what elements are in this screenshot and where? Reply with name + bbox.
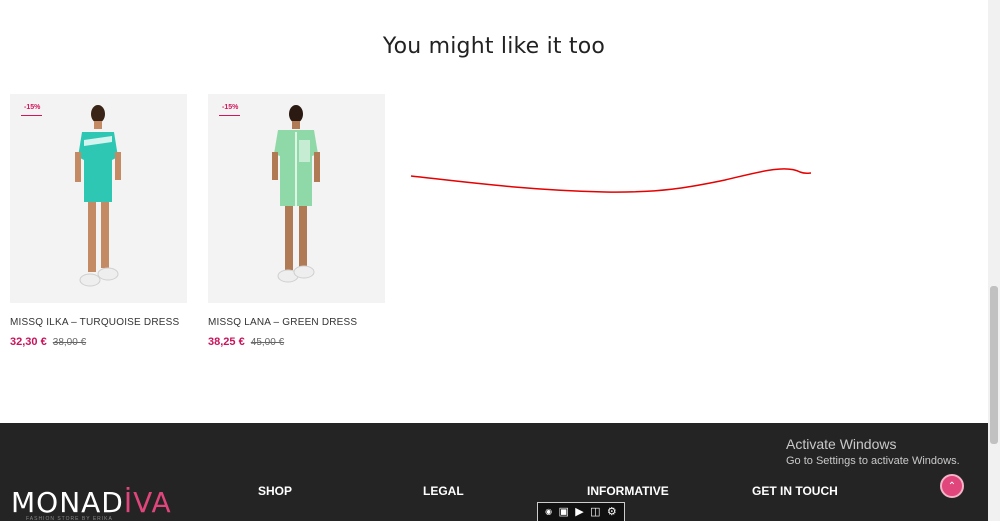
- scrollbar-thumb[interactable]: [990, 286, 998, 444]
- video-icon[interactable]: ▶: [575, 506, 583, 518]
- gear-icon[interactable]: ⚙: [607, 506, 617, 518]
- page-scrollbar[interactable]: [988, 0, 1000, 521]
- product-image[interactable]: -15%: [208, 94, 385, 303]
- sale-price: 38,25 €: [208, 336, 245, 348]
- original-price: 38,00 €: [52, 337, 87, 348]
- activate-windows-watermark: Activate Windows Go to Settings to activ…: [786, 436, 960, 467]
- chevron-up-icon: ⌃: [947, 481, 957, 492]
- window-icon[interactable]: ◫: [590, 506, 600, 518]
- product-name[interactable]: MISSQ LANA – GREEN DRESS: [208, 317, 385, 328]
- camera-icon[interactable]: ▣: [559, 506, 569, 518]
- discount-badge: -15%: [219, 103, 241, 116]
- camera-small-icon[interactable]: ◉: [545, 508, 552, 516]
- sale-price: 32,30 €: [10, 336, 47, 348]
- annotation-stroke: [410, 168, 812, 193]
- price-row: 32,30 € 38,00 €: [10, 336, 187, 348]
- product-name[interactable]: MISSQ ILKA – TURQUOISE DRESS: [10, 317, 187, 328]
- footer-heading-contact: GET IN TOUCH: [752, 484, 838, 498]
- discount-badge: -15%: [21, 103, 43, 116]
- scroll-to-top-button[interactable]: ⌃: [940, 474, 964, 498]
- model-photo: [75, 105, 121, 287]
- product-image[interactable]: -15%: [10, 94, 187, 303]
- screen-capture-toolbar: ◉ ▣ ▶ ◫ ⚙: [537, 502, 625, 521]
- site-footer: MONADİVA FASHION STORE BY ERIKA SHOP LEG…: [0, 423, 988, 522]
- price-row: 38,25 € 45,00 €: [208, 336, 385, 348]
- section-title: You might like it too: [382, 34, 606, 59]
- product-card[interactable]: -15% MISSQ LANA – GREEN DRESS 38,25 € 45…: [208, 94, 385, 348]
- logo-tagline: FASHION STORE BY ERIKA: [26, 516, 113, 522]
- footer-heading-informative: INFORMATIVE: [587, 484, 669, 498]
- footer-heading-shop: SHOP: [258, 484, 293, 498]
- original-price: 45,00 €: [250, 337, 285, 348]
- brand-logo[interactable]: MONADİVA: [11, 486, 172, 519]
- model-photo: [272, 105, 320, 283]
- product-card[interactable]: -15% MISSQ ILKA – TURQUOISE DRESS 32,30 …: [10, 94, 187, 348]
- footer-heading-legal: LEGAL: [423, 484, 464, 498]
